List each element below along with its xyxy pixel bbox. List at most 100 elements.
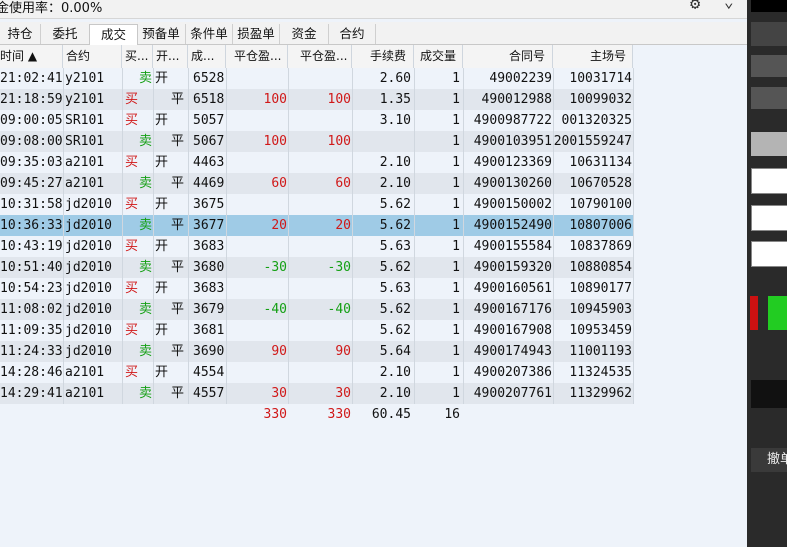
- table-row[interactable]: 14:29:41 a2101 卖 平 4557 30 30 2.10 1 4900207761 11…: [0, 383, 634, 404]
- open-close: 平: [171, 344, 185, 359]
- column-divider: [188, 278, 189, 299]
- trade-time: 09:08:00: [0, 134, 63, 149]
- total-close-pnl-1: 330: [263, 407, 287, 422]
- open-close: 平: [171, 218, 185, 233]
- volume: 1: [452, 281, 460, 296]
- panel-input[interactable]: [751, 205, 787, 231]
- header-open-close[interactable]: 开...: [153, 45, 188, 68]
- tab-funds[interactable]: 资金: [280, 24, 329, 44]
- close-pnl-1: -40: [263, 302, 287, 317]
- column-divider: [63, 383, 64, 404]
- column-divider: [414, 131, 415, 152]
- column-divider: [414, 341, 415, 362]
- column-divider: [153, 152, 154, 173]
- column-divider: [352, 383, 353, 404]
- contract-code: SR101: [65, 134, 105, 149]
- tab-positions[interactable]: 持仓: [0, 24, 41, 44]
- contract-code: jd2010: [65, 239, 112, 254]
- tab-orders[interactable]: 委托: [41, 24, 90, 44]
- column-divider: [553, 236, 554, 257]
- table-row[interactable]: 11:09:35 jd2010 买 开 3681 5.62 1 4900167908 10953…: [0, 320, 634, 341]
- table-row[interactable]: 11:08:02 jd2010 卖 平 3679 -40 -40 5.62 1 490016717…: [0, 299, 634, 320]
- trade-price: 3679: [193, 302, 225, 317]
- open-close: 开: [155, 155, 169, 170]
- contract-code: a2101: [65, 155, 105, 170]
- fee: [352, 131, 414, 152]
- tab-prepared-orders[interactable]: 预备单: [137, 24, 186, 44]
- contract-number: 4900174943: [473, 344, 552, 359]
- column-divider: [122, 68, 123, 89]
- table-row[interactable]: 10:31:58 jd2010 买 开 3675 5.62 1 4900150002 10790…: [0, 194, 634, 215]
- table-row[interactable]: 09:00:05 SR101 买 开 5057 3.10 1 4900987722 001320…: [0, 110, 634, 131]
- column-divider: [352, 215, 353, 236]
- header-close-pnl-2[interactable]: 平仓盈...: [288, 45, 352, 68]
- trade-side: 买: [125, 92, 139, 107]
- tab-conditional-orders[interactable]: 条件单: [186, 24, 233, 44]
- column-divider: [63, 131, 64, 152]
- header-contract[interactable]: 合约: [63, 45, 122, 68]
- panel-input[interactable]: [751, 241, 787, 267]
- column-divider: [122, 299, 123, 320]
- column-divider: [288, 278, 289, 299]
- header-exchange-number[interactable]: 主场号: [553, 45, 633, 68]
- column-divider: [463, 299, 464, 320]
- table-row[interactable]: 10:51:40 jd2010 卖 平 3680 -30 -30 5.62 1 490015932…: [0, 257, 634, 278]
- tab-contracts[interactable]: 合约: [329, 24, 376, 44]
- volume: 1: [452, 365, 460, 380]
- table-row[interactable]: 10:43:19 jd2010 买 开 3683 5.63 1 4900155584 10837…: [0, 236, 634, 257]
- panel-block: [751, 380, 787, 408]
- table-row[interactable]: 21:02:41 y2101 卖开 6528 2.60 1 49002239 10031714: [0, 68, 634, 89]
- column-divider: [414, 362, 415, 383]
- buy-button[interactable]: [768, 296, 787, 330]
- column-divider: [553, 194, 554, 215]
- table-row[interactable]: 09:45:27 a2101 卖 平 4469 60 60 2.10 1 4900130260 10…: [0, 173, 634, 194]
- column-divider: [553, 299, 554, 320]
- trade-price: 5057: [193, 113, 225, 128]
- column-divider: [463, 257, 464, 278]
- column-divider: [633, 383, 634, 404]
- volume: 1: [452, 386, 460, 401]
- column-divider: [63, 173, 64, 194]
- close-pnl-2: [288, 278, 352, 299]
- trade-side: 卖: [139, 71, 153, 86]
- column-divider: [553, 89, 554, 110]
- column-divider: [288, 215, 289, 236]
- table-row[interactable]: 09:35:03 a2101 买 开 4463 2.10 1 4900123369 106311…: [0, 152, 634, 173]
- gear-icon[interactable]: ⚙: [690, 0, 700, 14]
- close-pnl-1: [226, 236, 288, 257]
- column-divider: [122, 152, 123, 173]
- table-row[interactable]: 11:24:33 jd2010 卖 平 3690 90 90 5.64 1 4900174943 1…: [0, 341, 634, 362]
- trade-time: 09:45:27: [0, 176, 63, 191]
- column-divider: [188, 173, 189, 194]
- header-volume[interactable]: 成交量: [414, 45, 463, 68]
- header-contract-number[interactable]: 合同号: [463, 45, 553, 68]
- header-side[interactable]: 买...: [122, 45, 153, 68]
- header-fee[interactable]: 手续费: [352, 45, 414, 68]
- sell-button[interactable]: [750, 296, 758, 330]
- close-pnl-1: [226, 320, 288, 341]
- column-divider: [288, 383, 289, 404]
- table-row[interactable]: 10:54:23 jd2010 买 开 3683 5.63 1 4900160561 10890…: [0, 278, 634, 299]
- chevron-down-icon[interactable]: ⌄: [724, 0, 734, 11]
- column-divider: [153, 194, 154, 215]
- cancel-order-button[interactable]: 撤单: [751, 448, 787, 472]
- table-row[interactable]: 09:08:00 SR101 卖 平 5067 100 100 1 4900103951 2001…: [0, 131, 634, 152]
- exchange-number: 10790100: [569, 197, 632, 212]
- panel-input[interactable]: [751, 168, 787, 194]
- trade-side: 卖: [139, 176, 153, 191]
- header-time[interactable]: 时间 ▲: [0, 45, 63, 68]
- table-row[interactable]: 21:18:59 y2101 买 平 6518 100 100 1.35 1 490012988 1…: [0, 89, 634, 110]
- header-price[interactable]: 成...: [188, 45, 226, 68]
- column-divider: [352, 341, 353, 362]
- trade-price: 3690: [193, 344, 225, 359]
- column-divider: [122, 131, 123, 152]
- tab-stop-orders[interactable]: 损盈单: [233, 24, 280, 44]
- column-divider: [122, 215, 123, 236]
- column-divider: [288, 194, 289, 215]
- tab-trades[interactable]: 成交: [89, 24, 138, 46]
- table-row[interactable]: 10:36:33 jd2010 卖 平 3677 20 20 5.62 1 4900152490 1…: [0, 215, 634, 236]
- column-divider: [153, 299, 154, 320]
- header-close-pnl-1[interactable]: 平仓盈...: [226, 45, 288, 68]
- column-divider: [553, 278, 554, 299]
- table-row[interactable]: 14:28:46 a2101 买 开 4554 2.10 1 4900207386 113245…: [0, 362, 634, 383]
